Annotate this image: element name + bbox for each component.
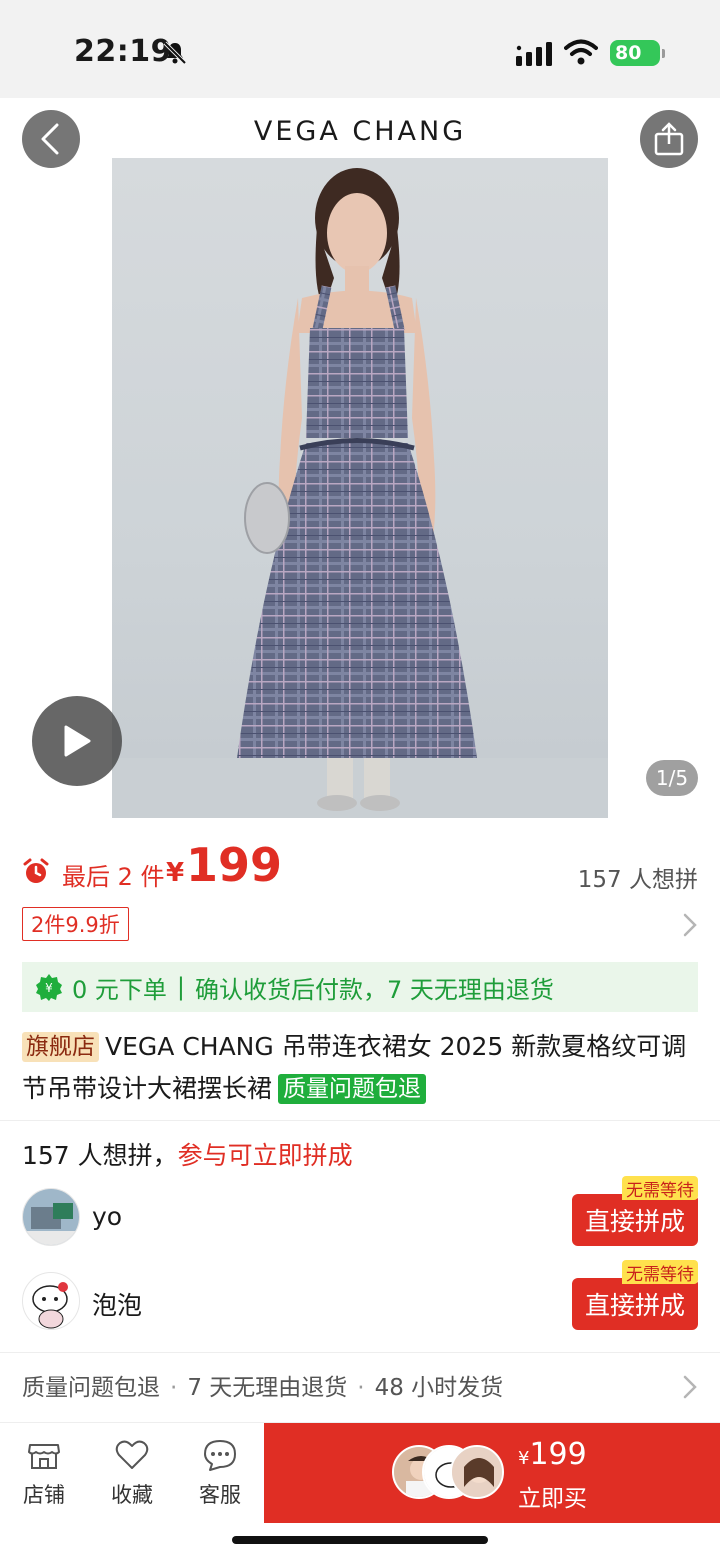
guarantee-detail: 确认收货后付款，7 天无理由退货 [195,975,554,1004]
tab-store[interactable]: 店铺 [4,1437,84,1509]
tab-favorite[interactable]: 收藏 [92,1437,172,1509]
avatar [22,1188,80,1246]
group-buy-count: 157 人想拼， [22,1141,178,1170]
guarantee-banner[interactable]: ¥ 0 元下单 | 确认收货后付款，7 天无理由退货 [22,962,698,1012]
status-time: 22:19 [74,34,172,69]
service-item: 质量问题包退 [22,1375,160,1401]
buy-now-button[interactable]: ¥199 立即买 [264,1423,720,1523]
join-group-button[interactable]: 直接拼成 [572,1194,698,1246]
group-buy-cta: 参与可立即拼成 [177,1141,353,1170]
model-illustration [112,168,608,818]
service-item: 48 小时发货 [374,1375,504,1401]
product-photo[interactable] [112,158,608,818]
buy-price: ¥199 [518,1437,587,1472]
discount-tag[interactable]: 2件9.9折 [22,907,129,941]
no-wait-badge: 无需等待 [622,1260,698,1285]
participant-name: yo [92,1202,123,1231]
service-separator: · [170,1375,178,1401]
wifi-icon [564,39,598,65]
service-guarantees[interactable]: 质量问题包退 · 7 天无理由退货 · 48 小时发货 [22,1368,698,1408]
brand-title: VEGA CHANG [253,116,467,147]
chevron-right-icon[interactable] [682,912,698,938]
avatar [450,1445,504,1499]
battery-level: 80 [615,42,642,64]
chevron-right-icon[interactable] [682,1374,698,1400]
share-button[interactable] [640,110,698,168]
tab-label: 客服 [199,1483,241,1507]
avatar [22,1272,80,1330]
service-item: 7 天无理由退货 [187,1375,348,1401]
heart-icon [115,1440,149,1469]
guarantee-free-order: 0 元下单 [72,975,167,1004]
avatar-image [23,1189,79,1245]
shield-check-icon: ¥ [36,974,62,1001]
status-bar: 22:19 80 [0,0,720,98]
buy-label: 立即买 [518,1486,587,1512]
group-participant-row: yo 直接拼成 无需等待 [22,1176,698,1248]
back-button[interactable] [22,110,80,168]
image-counter: 1/5 [646,760,698,796]
price-row: 最后 2 件 ¥ 199 157 人想拼 [22,838,698,898]
tab-label: 收藏 [111,1483,153,1507]
group-buy-header: 157 人想拼，参与可立即拼成 [22,1136,353,1172]
buy-currency: ¥ [518,1448,530,1469]
avatar-image [23,1273,79,1329]
play-icon [64,725,91,757]
store-icon [28,1444,60,1469]
cellular-signal-icon [516,42,552,66]
quality-guarantee-tag: 质量问题包退 [278,1074,427,1104]
no-wait-badge: 无需等待 [622,1176,698,1201]
tab-label: 店铺 [23,1483,65,1507]
chat-icon [204,1440,236,1471]
join-group-button[interactable]: 直接拼成 [572,1278,698,1330]
group-participant-row: 泡泡 直接拼成 无需等待 [22,1260,698,1332]
guarantee-separator: | [176,973,185,1001]
want-count: 157 人想拼 [577,867,698,893]
participant-name: 泡泡 [92,1291,143,1320]
play-video-button[interactable] [32,696,122,786]
chevron-left-icon [41,123,59,155]
divider [0,1120,720,1121]
home-indicator[interactable] [232,1536,488,1544]
buyer-avatars [392,1445,504,1501]
svg-text:¥: ¥ [45,981,53,995]
alarm-clock-icon [23,858,49,883]
share-icon [654,122,684,156]
price-currency: ¥ [166,858,185,888]
battery-indicator: 80 [610,40,665,66]
bell-muted-icon [163,41,187,65]
divider [0,1352,720,1353]
product-title-block: 旗舰店 VEGA CHANG 吊带连衣裙女 2025 新款夏格纹可调节吊带设计大裙… [22,1026,702,1110]
price-amount: 199 [186,838,283,892]
flagship-store-tag: 旗舰店 [22,1032,99,1062]
tab-customer-service[interactable]: 客服 [180,1437,260,1509]
service-separator: · [357,1375,365,1401]
stock-remaining: 最后 2 件 [62,863,165,891]
buy-amount: 199 [529,1437,587,1472]
